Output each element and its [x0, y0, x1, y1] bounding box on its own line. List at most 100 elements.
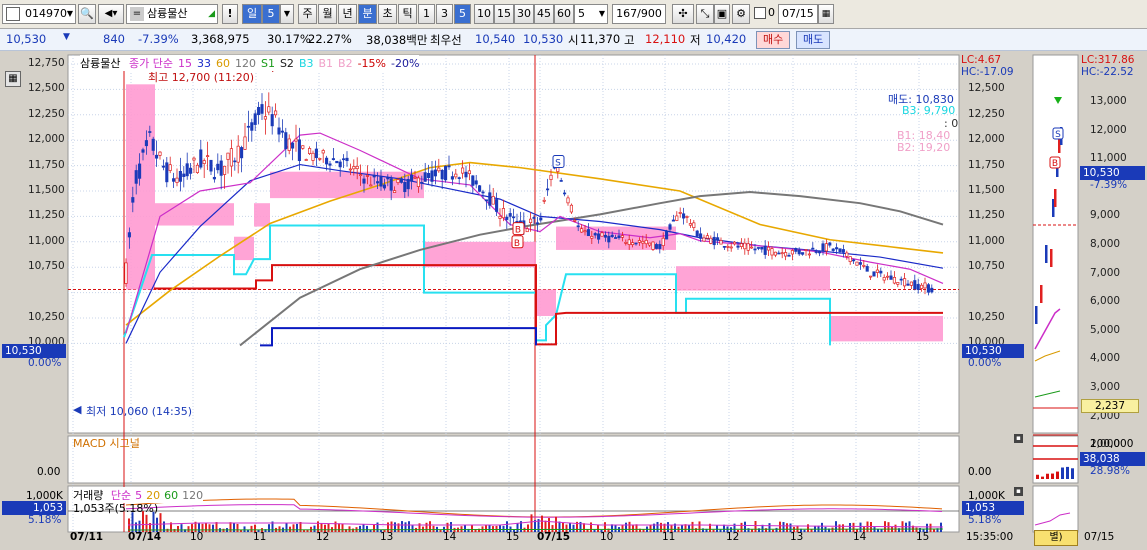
candle-body	[158, 151, 162, 156]
volume-bar	[145, 514, 148, 532]
y-tick-right: 11,000	[968, 234, 1005, 247]
price-band	[536, 289, 556, 316]
x-tick: 11	[662, 531, 676, 543]
candle-body	[308, 148, 312, 154]
alert-button[interactable]: !	[222, 4, 238, 24]
volume-bar	[775, 527, 778, 532]
side-tab-button[interactable]: 별)	[1034, 530, 1078, 546]
volume-bar	[691, 521, 694, 532]
side-y-tick: 7,000	[1090, 266, 1121, 279]
candle-body	[304, 159, 308, 161]
main-title: 삼륭물산	[80, 57, 121, 70]
x-tick: 10	[190, 531, 204, 543]
candle-body	[376, 181, 380, 184]
table-icon[interactable]: ▦	[5, 71, 21, 87]
volume-bar	[233, 523, 235, 532]
interval-button[interactable]: 45	[534, 4, 554, 24]
period-button[interactable]: 초	[378, 4, 397, 24]
interval-button[interactable]: 15	[494, 4, 514, 24]
candle-body	[131, 197, 135, 203]
count-select[interactable]: 5 ▼	[574, 4, 608, 24]
candle-body	[695, 230, 699, 237]
candle-body	[539, 217, 543, 221]
save-icon[interactable]: ▣	[714, 4, 730, 24]
search-icon[interactable]: 🔍	[78, 4, 96, 24]
volume-bar	[495, 525, 498, 532]
candle-body	[372, 174, 376, 178]
interval-button[interactable]: 3	[436, 4, 453, 24]
gear-icon[interactable]: ⚙	[732, 4, 750, 24]
period-button[interactable]: 틱	[398, 4, 417, 24]
candle-body	[875, 269, 879, 273]
interval-button[interactable]: 1	[418, 4, 435, 24]
candle-body	[855, 261, 859, 266]
candle-body	[216, 163, 220, 171]
side-y-tick: 8,000	[1090, 238, 1121, 250]
candle-body	[342, 158, 346, 161]
interval-button[interactable]: 10	[474, 4, 494, 24]
x-tick: 15	[506, 531, 520, 543]
candle-body	[818, 251, 822, 254]
candle-body	[399, 178, 403, 183]
candle-body	[257, 107, 261, 116]
zero-checkbox[interactable]	[754, 7, 766, 19]
buy-button[interactable]: 매수	[756, 31, 791, 49]
candle-body	[386, 177, 390, 180]
interval-button[interactable]: 30	[514, 4, 534, 24]
volume-bar	[842, 524, 844, 532]
speaker-icon[interactable]: ◀▾	[98, 4, 124, 24]
sell-button[interactable]: 매도	[796, 31, 831, 49]
candle-body	[144, 140, 148, 147]
volume-bar	[625, 522, 627, 532]
candle-body	[359, 174, 363, 177]
candle-body	[634, 242, 638, 245]
line-tool-icon[interactable]: ⤡	[696, 4, 714, 24]
candle-body	[512, 216, 516, 219]
calendar-icon[interactable]: ▦	[818, 4, 834, 24]
candle-body	[219, 160, 223, 176]
candle-body	[253, 113, 257, 125]
candle-body	[862, 264, 866, 267]
period-button[interactable]: 주	[298, 4, 317, 24]
volume-bar	[212, 524, 214, 532]
x-tick: 11	[253, 531, 267, 543]
date-input[interactable]: 07/15	[778, 4, 818, 24]
volume-bar	[894, 524, 897, 532]
legend-item: S1	[260, 57, 275, 70]
volume-rate-right: 5.18%	[968, 514, 1002, 526]
candle-body	[501, 208, 505, 219]
interval-button[interactable]: 60	[554, 4, 574, 24]
crosshair-tool-icon[interactable]: ✣	[672, 4, 694, 24]
volume-bar	[408, 521, 410, 532]
equal-icon: =	[130, 7, 144, 21]
candle-body	[226, 152, 230, 160]
volume-bar	[807, 524, 809, 532]
period-button[interactable]: 월	[318, 4, 337, 24]
candle-body	[236, 145, 240, 163]
candle-body	[420, 181, 424, 184]
stock-name-input[interactable]: = 삼륭물산 ◢	[126, 4, 218, 24]
volume-bar	[768, 523, 771, 532]
candle-body	[478, 185, 482, 192]
period-count-button[interactable]: 5	[262, 4, 280, 24]
interval-button[interactable]: 5	[454, 4, 471, 24]
y-tick-right: 11,750	[968, 158, 1005, 171]
period-day-button[interactable]: 일	[242, 4, 262, 24]
collapse-icon[interactable]: ▪	[1014, 487, 1023, 496]
low-note: 최저 10,060 (14:35)	[86, 405, 193, 418]
period-button[interactable]: 분	[358, 4, 377, 24]
candle-body	[529, 218, 533, 224]
y-tick-right: 11,250	[968, 209, 1005, 222]
volume-bar	[292, 524, 295, 532]
stock-code-input[interactable]: 014970 ▼	[2, 4, 76, 24]
dropdown-arrow-icon: ▼	[66, 9, 73, 18]
volume-bar	[205, 523, 207, 532]
collapse-icon[interactable]: ▪	[1014, 434, 1023, 443]
dropdown-arrow-icon[interactable]: ▼	[280, 4, 294, 24]
candle-body	[736, 245, 740, 248]
candle-body	[624, 242, 628, 244]
period-button[interactable]: 년	[338, 4, 357, 24]
macd-zero-right: 0.00	[968, 466, 992, 478]
quote-bar: 10,530 ▼ 840 -7.39% 3,368,975 30.17% 22.…	[0, 29, 1147, 51]
volume-legend-item: 120	[182, 489, 204, 502]
